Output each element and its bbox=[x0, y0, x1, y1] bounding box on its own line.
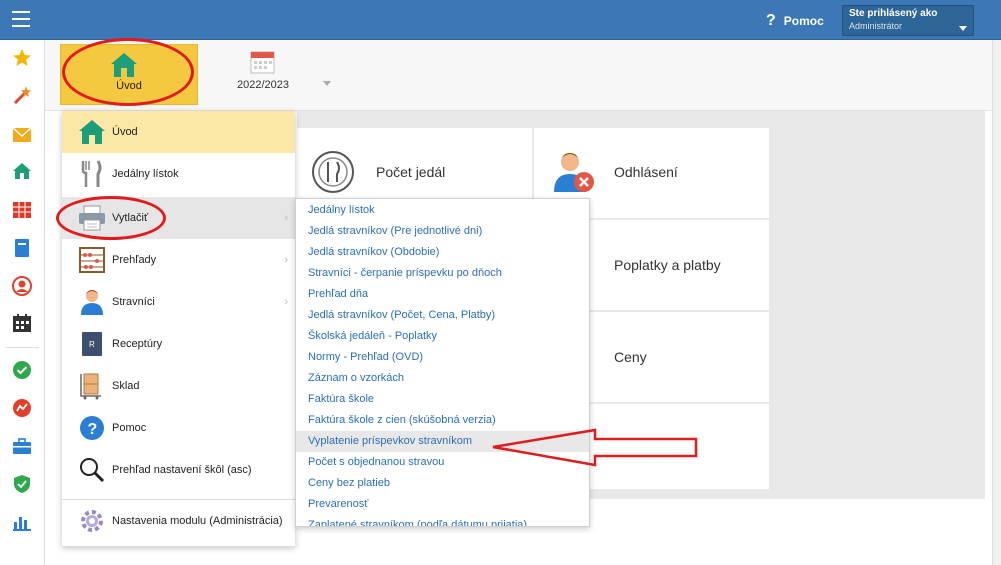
annotation-arrow bbox=[492, 428, 698, 467]
tile-label: Ceny bbox=[614, 349, 647, 365]
submenu-item[interactable]: Jedlá stravníkov (Pre jednotlivé dni) bbox=[296, 221, 589, 242]
menu-item-stravnici[interactable]: Stravníci › bbox=[62, 281, 295, 323]
submenu-item[interactable]: Stravníci - čerpanie príspevku po dňoch bbox=[296, 263, 589, 284]
table-icon[interactable] bbox=[12, 200, 32, 220]
menu-item-prehlad-nastaveni[interactable]: Prehľad nastavení škôl (asc) bbox=[62, 449, 295, 491]
question-icon: ? bbox=[766, 12, 776, 29]
submenu-item[interactable]: Normy - Prehľad (OVD) bbox=[296, 347, 589, 368]
top-bar: ? Pomoc Ste prihlásený ako Administrátor bbox=[0, 0, 1001, 40]
calendar-icon bbox=[250, 51, 275, 74]
tab-school-year[interactable]: 2022/2023 bbox=[228, 47, 298, 97]
svg-text:R: R bbox=[89, 340, 95, 349]
menu-item-label: Jedálny lístok bbox=[112, 168, 179, 180]
user-caption: Ste prihlásený ako bbox=[849, 8, 938, 19]
recipe-book-icon: R bbox=[78, 330, 106, 358]
annotation-circle-vytlacit bbox=[56, 196, 166, 240]
tile-label: Počet jedál bbox=[376, 164, 446, 180]
mail-icon[interactable] bbox=[12, 125, 32, 145]
menu-item-uvod[interactable]: Úvod bbox=[62, 111, 295, 153]
menu-item-label: Nastavenia modulu (Administrácia) bbox=[112, 515, 283, 527]
shield-check-icon[interactable] bbox=[12, 474, 32, 494]
magnifier-icon bbox=[78, 456, 106, 484]
home-icon bbox=[78, 118, 106, 146]
menu-item-receptury[interactable]: R Receptúry bbox=[62, 323, 295, 365]
user-remove-icon bbox=[554, 153, 594, 192]
chevron-right-icon: › bbox=[284, 212, 288, 224]
tile-label: Odhlásení bbox=[614, 164, 678, 180]
tab-label: 2022/2023 bbox=[237, 79, 289, 91]
menu-item-label: Sklad bbox=[112, 380, 140, 392]
print-submenu: Jedálny lístok Jedlá stravníkov (Pre jed… bbox=[295, 198, 590, 527]
user-dropdown[interactable]: Ste prihlásený ako Administrátor bbox=[842, 5, 974, 36]
chevron-down-icon bbox=[959, 26, 967, 31]
page-scrollbar[interactable] bbox=[992, 40, 1001, 565]
menu-item-label: Stravníci bbox=[112, 296, 155, 308]
menu-item-jedalny-listok[interactable]: Jedálny lístok bbox=[62, 153, 295, 195]
plate-cutlery-icon bbox=[312, 151, 354, 193]
module-menu: Úvod Jedálny lístok Vytlačiť › Prehľady … bbox=[62, 111, 295, 546]
menu-item-label: Úvod bbox=[112, 126, 138, 138]
annotation-circle-uvod bbox=[62, 38, 194, 106]
menu-item-prehlady[interactable]: Prehľady › bbox=[62, 239, 295, 281]
menu-item-sklad[interactable]: Sklad bbox=[62, 365, 295, 407]
bar-chart-icon[interactable] bbox=[12, 512, 32, 532]
gear-icon bbox=[78, 507, 106, 535]
person-icon bbox=[78, 288, 106, 316]
menu-bottom-border bbox=[62, 546, 295, 547]
book-icon[interactable] bbox=[12, 238, 32, 258]
submenu-item[interactable]: Jedlá stravníkov (Počet, Cena, Platby) bbox=[296, 305, 589, 326]
briefcase-icon[interactable] bbox=[12, 436, 32, 456]
help-link[interactable]: ? Pomoc bbox=[766, 12, 824, 30]
chevron-down-icon[interactable] bbox=[323, 81, 331, 86]
check-circle-icon[interactable] bbox=[12, 360, 32, 380]
menu-item-label: Pomoc bbox=[112, 422, 147, 434]
left-sidebar bbox=[0, 40, 45, 565]
submenu-item[interactable]: Zaplatené stravníkom (podľa dátumu prija… bbox=[296, 515, 589, 526]
chevron-right-icon: › bbox=[284, 254, 288, 266]
menu-item-label: Prehľad nastavení škôl (asc) bbox=[112, 464, 252, 476]
abacus-icon bbox=[78, 246, 106, 274]
submenu-item[interactable]: Školská jedáleň - Poplatky bbox=[296, 326, 589, 347]
sidebar-divider bbox=[6, 347, 39, 348]
calendar-icon[interactable] bbox=[12, 313, 32, 333]
svg-text:?: ? bbox=[88, 421, 98, 438]
submenu-item[interactable]: Jedálny lístok bbox=[296, 200, 589, 221]
menu-item-nastavenia-modulu[interactable]: Nastavenia modulu (Administrácia) bbox=[62, 500, 295, 542]
submenu-item[interactable]: Ceny bez platieb bbox=[296, 473, 589, 494]
submenu-item[interactable]: Záznam o vzorkách bbox=[296, 368, 589, 389]
star-icon[interactable] bbox=[12, 48, 32, 68]
menu-item-label: Receptúry bbox=[112, 338, 163, 350]
submenu-item[interactable]: Jedlá stravníkov (Obdobie) bbox=[296, 242, 589, 263]
help-label: Pomoc bbox=[783, 14, 824, 28]
tile-label: Poplatky a platby bbox=[614, 257, 721, 273]
menu-item-label: Prehľady bbox=[112, 254, 157, 266]
submenu-item[interactable]: Faktúra škole bbox=[296, 389, 589, 410]
chart-circle-icon[interactable] bbox=[12, 398, 32, 418]
home-icon[interactable] bbox=[12, 161, 32, 181]
boxes-cart-icon bbox=[78, 372, 106, 400]
magic-wand-icon[interactable] bbox=[12, 85, 32, 105]
fork-knife-icon bbox=[78, 160, 106, 188]
submenu-item[interactable]: Prehľad dňa bbox=[296, 284, 589, 305]
user-role: Administrátor bbox=[849, 21, 903, 31]
chevron-right-icon: › bbox=[284, 296, 288, 308]
submenu-item[interactable]: Prevarenosť bbox=[296, 494, 589, 515]
help-circle-icon: ? bbox=[78, 414, 106, 442]
hamburger-menu-icon[interactable] bbox=[12, 11, 30, 27]
user-circle-icon[interactable] bbox=[12, 276, 32, 296]
menu-item-pomoc[interactable]: ? Pomoc bbox=[62, 407, 295, 449]
